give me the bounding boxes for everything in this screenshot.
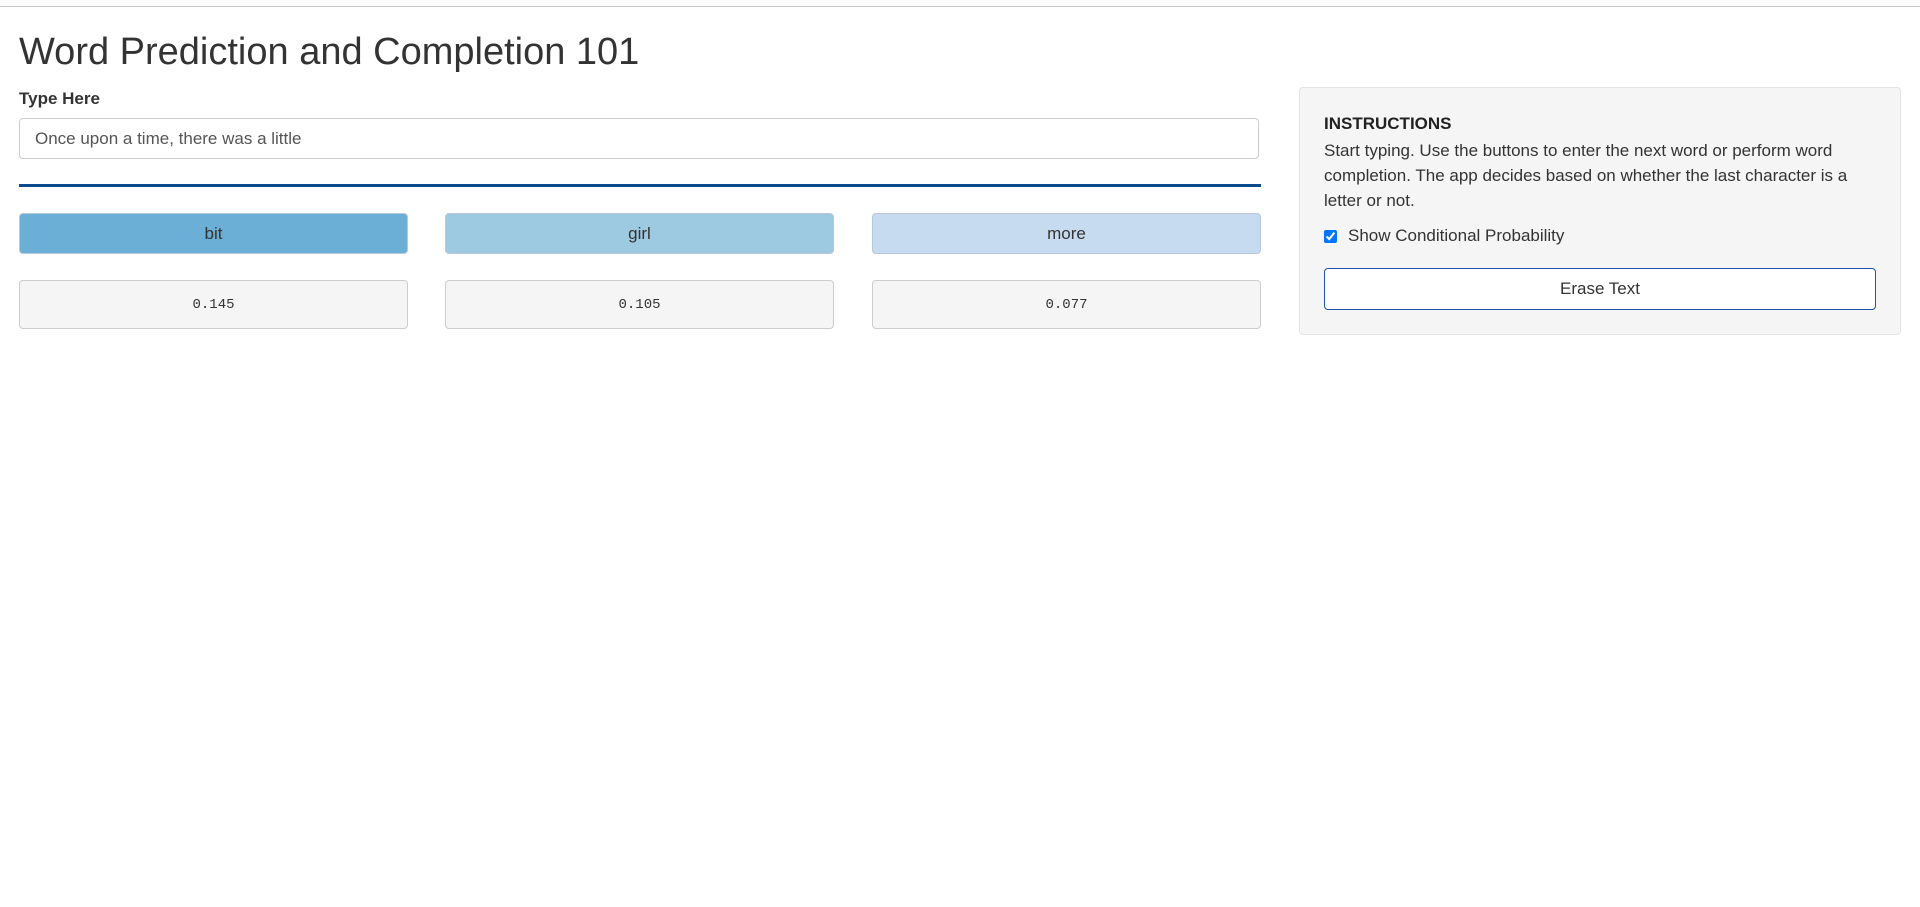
page-title: Word Prediction and Completion 101 — [19, 31, 640, 73]
checkbox-label: Show Conditional Probability — [1348, 226, 1565, 245]
probability-box-1: 0.145 — [19, 280, 408, 329]
probability-box-3: 0.077 — [872, 280, 1261, 329]
top-border-line — [0, 6, 1920, 7]
text-input[interactable] — [19, 118, 1259, 159]
conditional-probability-option[interactable]: Show Conditional Probability — [1324, 226, 1564, 246]
probability-value-1: 0.145 — [192, 296, 235, 313]
prediction-button-1[interactable]: bit — [19, 213, 408, 254]
probability-value-3: 0.077 — [1045, 296, 1088, 313]
prediction-button-3[interactable]: more — [872, 213, 1261, 254]
divider-line — [19, 184, 1261, 187]
prediction-button-2[interactable]: girl — [445, 213, 834, 254]
input-label: Type Here — [19, 89, 100, 108]
conditional-probability-checkbox[interactable] — [1324, 229, 1337, 243]
instructions-panel: INSTRUCTIONS Start typing. Use the butto… — [1299, 87, 1901, 335]
instructions-title: INSTRUCTIONS — [1324, 114, 1452, 133]
instructions-text: Start typing. Use the buttons to enter t… — [1324, 141, 1848, 210]
erase-text-button[interactable]: Erase Text — [1324, 268, 1876, 310]
probability-value-2: 0.105 — [618, 296, 661, 313]
probability-box-2: 0.105 — [445, 280, 834, 329]
